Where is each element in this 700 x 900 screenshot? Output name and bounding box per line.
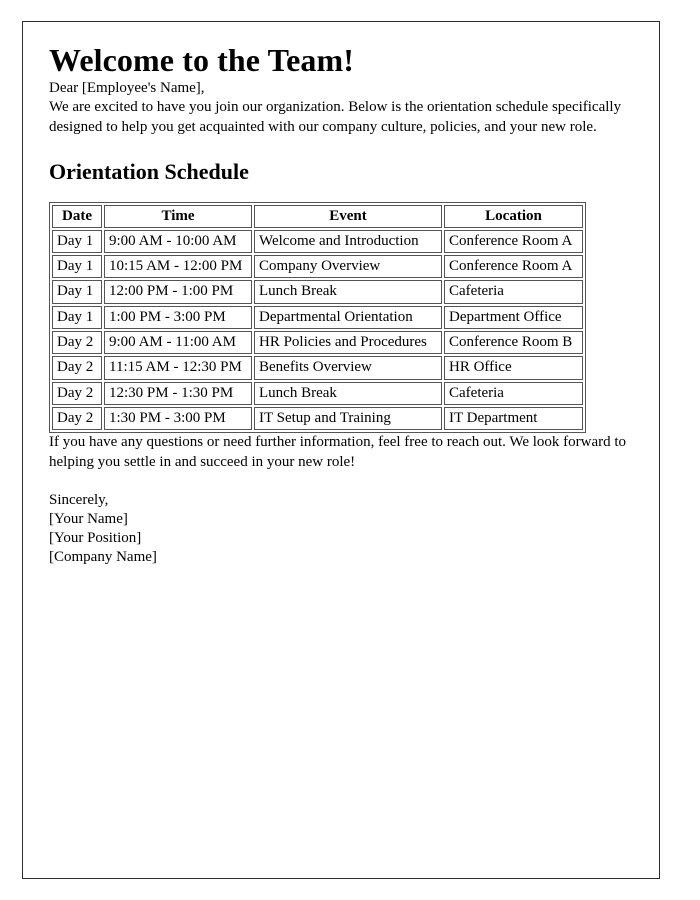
cell-location: Conference Room A (444, 255, 583, 279)
document-page: Welcome to the Team! Dear [Employee's Na… (22, 21, 660, 879)
cell-event: HR Policies and Procedures (254, 331, 442, 355)
signature-company: [Company Name] (49, 548, 157, 565)
cell-time: 1:00 PM - 3:00 PM (104, 305, 252, 330)
column-header-date: Date (52, 204, 102, 228)
signature-block: Sincerely, [Your Name] [Your Position] [… (49, 491, 635, 566)
document-content: Welcome to the Team! Dear [Employee's Na… (49, 42, 635, 566)
table-row: Day 1 9:00 AM - 10:00 AM Welcome and Int… (52, 229, 583, 254)
cell-date: Day 2 (52, 406, 102, 431)
signature-sign-off: Sincerely, (49, 492, 109, 509)
cell-location: HR Office (444, 356, 583, 380)
cell-date: Day 1 (52, 280, 102, 304)
cell-date: Day 2 (52, 381, 102, 405)
cell-event: Benefits Overview (254, 356, 442, 380)
cell-time: 1:30 PM - 3:00 PM (104, 406, 252, 431)
table-row: Day 2 9:00 AM - 11:00 AM HR Policies and… (52, 331, 583, 355)
salutation-text: Dear [Employee's Name], (49, 79, 205, 96)
cell-location: Cafeteria (444, 381, 583, 405)
cell-location: Conference Room A (444, 229, 583, 254)
cell-event: Welcome and Introduction (254, 229, 442, 254)
cell-event: Lunch Break (254, 280, 442, 304)
column-header-event: Event (254, 204, 442, 228)
cell-date: Day 2 (52, 331, 102, 355)
closing-paragraph: If you have any questions or need furthe… (49, 434, 627, 470)
cell-event: Departmental Orientation (254, 305, 442, 330)
intro-paragraph: We are excited to have you join our orga… (49, 99, 622, 135)
cell-date: Day 1 (52, 305, 102, 330)
table-row: Day 1 12:00 PM - 1:00 PM Lunch Break Caf… (52, 280, 583, 304)
table-header: Date Time Event Location (52, 204, 583, 228)
column-header-location: Location (444, 204, 583, 228)
cell-time: 10:15 AM - 12:00 PM (104, 255, 252, 279)
table-body: Day 1 9:00 AM - 10:00 AM Welcome and Int… (52, 229, 583, 431)
table-row: Day 1 1:00 PM - 3:00 PM Departmental Ori… (52, 305, 583, 330)
cell-date: Day 1 (52, 255, 102, 279)
cell-date: Day 2 (52, 356, 102, 380)
cell-event: Lunch Break (254, 381, 442, 405)
signature-name: [Your Name] (49, 511, 128, 528)
table-row: Day 2 1:30 PM - 3:00 PM IT Setup and Tra… (52, 406, 583, 431)
cell-location: Department Office (444, 305, 583, 330)
cell-time: 12:30 PM - 1:30 PM (104, 381, 252, 405)
cell-event: IT Setup and Training (254, 406, 442, 431)
cell-location: IT Department (444, 406, 583, 431)
section-heading-orientation-schedule: Orientation Schedule (49, 159, 249, 185)
table-row: Day 2 12:30 PM - 1:30 PM Lunch Break Caf… (52, 381, 583, 405)
cell-event: Company Overview (254, 255, 442, 279)
cell-location: Conference Room B (444, 331, 583, 355)
table-row: Day 1 10:15 AM - 12:00 PM Company Overvi… (52, 255, 583, 279)
cell-date: Day 1 (52, 229, 102, 254)
table-row: Day 2 11:15 AM - 12:30 PM Benefits Overv… (52, 356, 583, 380)
page-title: Welcome to the Team! (49, 42, 355, 78)
orientation-schedule-table: Date Time Event Location Day 1 9:00 AM -… (49, 201, 586, 434)
cell-location: Cafeteria (444, 280, 583, 304)
cell-time: 9:00 AM - 11:00 AM (104, 331, 252, 355)
cell-time: 11:15 AM - 12:30 PM (104, 356, 252, 380)
cell-time: 9:00 AM - 10:00 AM (104, 229, 252, 254)
signature-position: [Your Position] (49, 529, 142, 546)
table-header-row: Date Time Event Location (52, 204, 583, 228)
cell-time: 12:00 PM - 1:00 PM (104, 280, 252, 304)
column-header-time: Time (104, 204, 252, 228)
